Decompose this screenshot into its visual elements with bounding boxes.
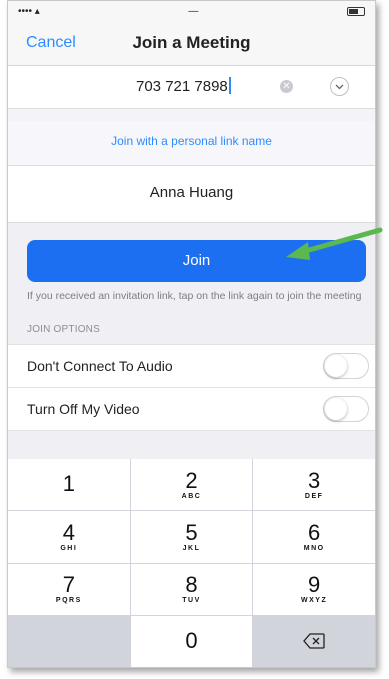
key-9[interactable]: 9 WXYZ <box>253 563 375 615</box>
personal-link-button[interactable]: Join with a personal link name <box>8 121 375 166</box>
key-8[interactable]: 8 TUV <box>130 563 253 615</box>
chevron-down-icon[interactable] <box>330 77 349 96</box>
option-label: Don't Connect To Audio <box>27 358 173 374</box>
clear-icon[interactable]: ✕ <box>280 80 293 93</box>
option-dont-connect-audio: Don't Connect To Audio <box>8 344 375 388</box>
annotation-arrow-icon <box>286 227 383 260</box>
invitation-hint: If you received an invitation link, tap … <box>27 290 362 302</box>
toggle-knob <box>325 398 347 420</box>
navigation-bar: Cancel Join a Meeting <box>8 21 375 66</box>
option-turn-off-video: Turn Off My Video <box>8 388 375 431</box>
key-7[interactable]: 7 PQRS <box>8 563 130 615</box>
text-cursor <box>228 77 231 94</box>
key-2[interactable]: 2 ABC <box>130 459 253 511</box>
join-options-header: JOIN OPTIONS <box>27 324 100 335</box>
numeric-keypad: 1 2 ABC 3 DEF 4 GHI 5 JKL 6 MNO 7 PQRS 8 TUV 9W… <box>8 459 375 667</box>
section-spacer <box>8 109 375 121</box>
backspace-key[interactable] <box>253 615 375 667</box>
phone-screen: •••• ▴ — Cancel Join a Meeting 703 721 7… <box>7 0 376 668</box>
meeting-id-input[interactable]: 703 721 7898 <box>136 77 231 95</box>
key-3[interactable]: 3 DEF <box>253 459 375 511</box>
keypad-blank <box>8 615 130 667</box>
option-label: Turn Off My Video <box>27 401 140 417</box>
screen-name-input[interactable]: Anna Huang <box>8 184 375 201</box>
key-4[interactable]: 4 GHI <box>8 511 130 563</box>
audio-toggle[interactable] <box>323 353 369 379</box>
screen-name-field[interactable]: Anna Huang <box>8 166 375 223</box>
key-1[interactable]: 1 <box>8 459 130 511</box>
clock-icon: — <box>188 5 199 17</box>
key-0[interactable]: 0 <box>130 615 253 667</box>
battery-icon <box>347 6 365 16</box>
status-bar: •••• ▴ — <box>8 1 375 21</box>
key-5[interactable]: 5 JKL <box>130 511 253 563</box>
meeting-id-field[interactable]: 703 721 7898 ✕ <box>8 66 375 109</box>
key-6[interactable]: 6 MNO <box>253 511 375 563</box>
toggle-knob <box>325 355 347 377</box>
backspace-icon <box>303 633 325 650</box>
page-title: Join a Meeting <box>132 33 251 52</box>
signal-icon: •••• ▴ <box>18 5 40 17</box>
video-toggle[interactable] <box>323 396 369 422</box>
